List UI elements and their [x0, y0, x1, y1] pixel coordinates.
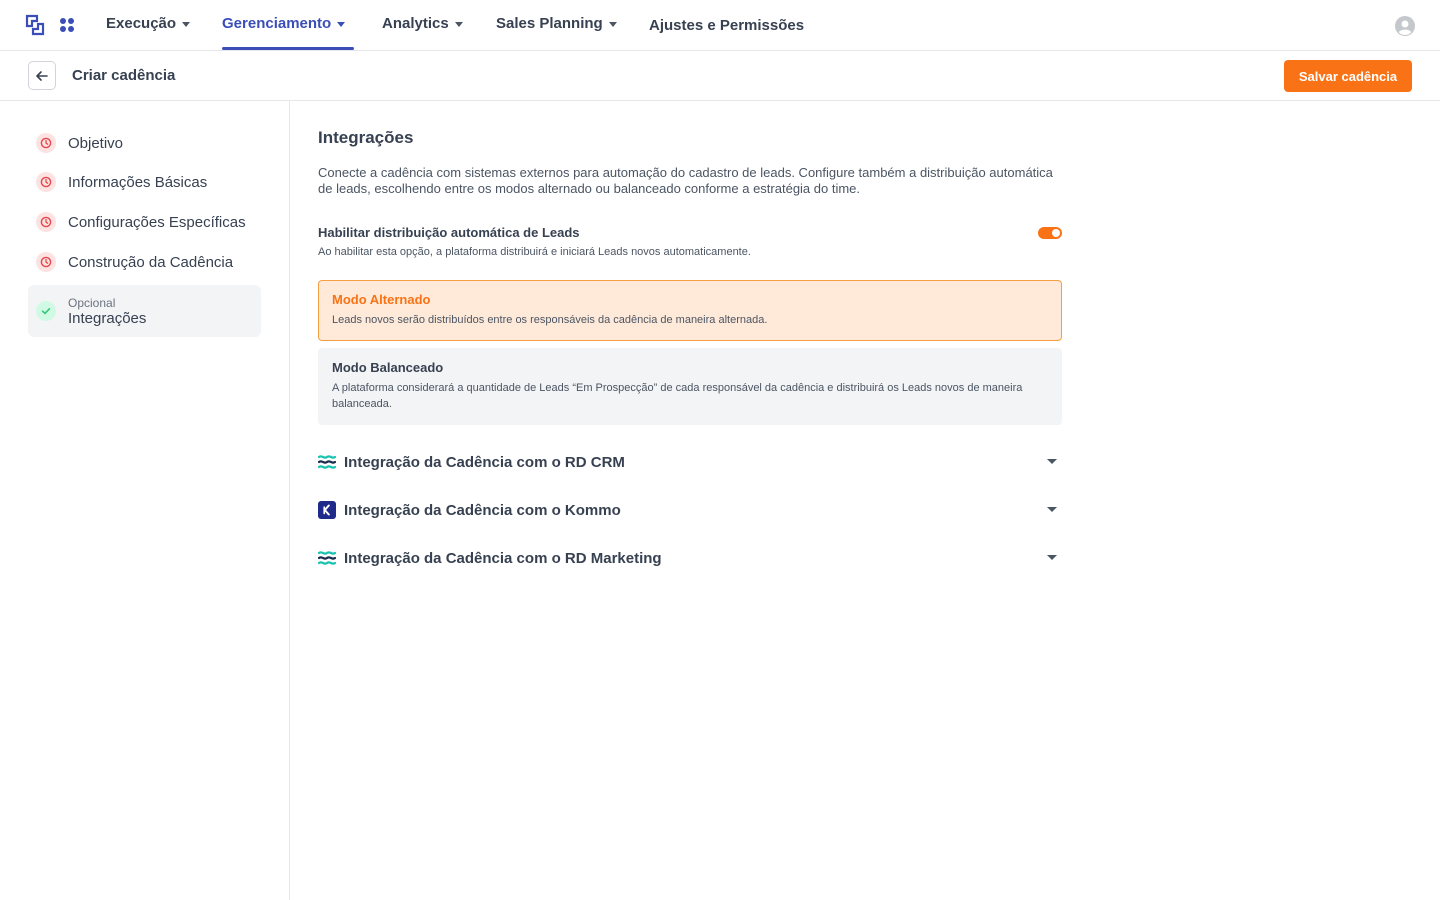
mode-alternado-option[interactable]: Modo Alternado Leads novos serão distrib… — [318, 280, 1062, 341]
kommo-icon — [318, 501, 336, 519]
nav-item-ajustes-permissoes[interactable]: Ajustes e Permissões — [649, 17, 804, 34]
mode-description: A plataforma considerará a quantidade de… — [332, 382, 1023, 410]
apps-grid-icon[interactable] — [59, 17, 75, 33]
mode-description: Leads novos serão distribuídos entre os … — [332, 314, 768, 326]
integration-label: Integração da Cadência com o RD CRM — [344, 453, 625, 471]
step-objetivo[interactable]: Objetivo — [28, 132, 261, 154]
caret-down-icon — [608, 21, 617, 27]
step-label: Objetivo — [68, 134, 124, 152]
step-label: Configurações Específicas — [68, 213, 246, 231]
pending-clock-icon — [36, 212, 56, 232]
mode-balanceado-option[interactable]: Modo Balanceado A plataforma considerará… — [318, 348, 1062, 425]
auto-distribution-title: Habilitar distribuição automática de Lea… — [318, 225, 580, 240]
integration-rd-marketing-accordion[interactable]: Integração da Cadência com o RD Marketin… — [318, 544, 1062, 572]
section-title: Integrações — [318, 128, 414, 147]
nav-item-label: Ajustes e Permissões — [649, 17, 805, 34]
nav-item-gerenciamento[interactable]: Gerenciamento — [222, 15, 346, 32]
page-header: Criar cadência Salvar cadência — [0, 51, 1440, 101]
user-avatar-icon[interactable] — [1395, 16, 1415, 36]
auto-distribution-description: Ao habilitar esta opção, a plataforma di… — [318, 246, 751, 258]
step-construcao-cadencia[interactable]: Construção da Cadência — [28, 251, 261, 273]
pending-clock-icon — [36, 133, 56, 153]
integration-label: Integração da Cadência com o Kommo — [344, 501, 621, 519]
step-configuracoes-especificas[interactable]: Configurações Específicas — [28, 211, 261, 233]
section-description: Conecte a cadência com sistemas externos… — [318, 165, 1053, 196]
nav-item-label: Execução — [106, 15, 177, 32]
step-label: Integrações — [68, 309, 147, 327]
caret-down-icon — [337, 21, 346, 27]
nav-item-label: Gerenciamento — [222, 15, 332, 32]
caret-down-icon — [454, 21, 463, 27]
step-informacoes-basicas[interactable]: Informações Básicas — [28, 171, 261, 193]
caret-down-icon — [1047, 507, 1057, 512]
nav-item-label: Sales Planning — [496, 15, 603, 32]
toggle-knob — [1052, 229, 1060, 237]
step-label: Construção da Cadência — [68, 253, 234, 271]
nav-item-label: Analytics — [382, 15, 449, 32]
step-integracoes[interactable]: Opcional Integrações — [28, 285, 261, 337]
pending-clock-icon — [36, 172, 56, 192]
caret-down-icon — [182, 21, 191, 27]
mode-title: Modo Balanceado — [332, 360, 444, 375]
arrow-left-icon — [36, 70, 48, 81]
nav-item-sales-planning[interactable]: Sales Planning — [496, 15, 617, 32]
caret-down-icon — [1047, 459, 1057, 464]
page-title: Criar cadência — [72, 67, 176, 84]
pending-clock-icon — [36, 252, 56, 272]
check-icon — [36, 301, 56, 321]
mode-title: Modo Alternado — [332, 292, 431, 307]
integration-kommo-accordion[interactable]: Integração da Cadência com o Kommo — [318, 496, 1062, 524]
auto-distribution-toggle[interactable] — [1038, 227, 1062, 239]
save-cadence-button[interactable]: Salvar cadência — [1284, 60, 1412, 92]
back-button[interactable] — [28, 61, 56, 90]
active-tab-indicator — [222, 47, 354, 50]
caret-down-icon — [1047, 555, 1057, 560]
top-navigation: Execução Gerenciamento Analytics Sales P… — [0, 0, 1440, 51]
integration-rd-crm-accordion[interactable]: Integração da Cadência com o RD CRM — [318, 448, 1062, 476]
nav-item-analytics[interactable]: Analytics — [382, 15, 463, 32]
step-optional-tag: Opcional — [68, 295, 116, 310]
steps-sidebar: Objetivo Informações Básicas Configuraçõ… — [0, 101, 290, 900]
rd-station-icon — [318, 453, 336, 471]
app-logo-icon[interactable] — [25, 14, 45, 36]
integration-label: Integração da Cadência com o RD Marketin… — [344, 549, 662, 567]
step-label: Informações Básicas — [68, 173, 208, 191]
rd-station-icon — [318, 549, 336, 567]
nav-item-execucao[interactable]: Execução — [106, 15, 191, 32]
